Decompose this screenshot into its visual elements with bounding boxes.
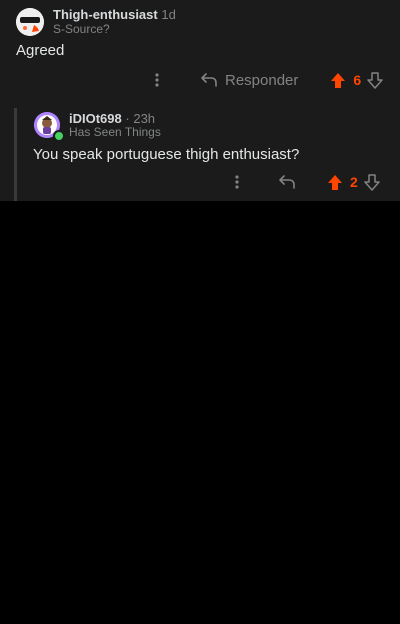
time-separator: · xyxy=(125,111,130,126)
comment-body: You speak portuguese thigh enthusiast? xyxy=(33,146,300,163)
downvote-icon[interactable] xyxy=(367,71,383,89)
user-flair: Has Seen Things xyxy=(69,125,161,139)
avatar[interactable] xyxy=(16,8,44,36)
comment-time: 23h xyxy=(133,111,156,126)
reply-icon[interactable] xyxy=(278,174,296,190)
user-flair: S-Source? xyxy=(53,22,110,36)
username[interactable]: iDIOt698 xyxy=(69,111,122,126)
vote-controls: 6 xyxy=(330,71,383,89)
vote-count: 2 xyxy=(350,174,358,190)
reply-icon xyxy=(200,72,218,88)
vote-count: 6 xyxy=(353,72,362,88)
comment-time: 1d xyxy=(161,7,176,22)
empty-area xyxy=(0,201,400,624)
comment-body: Agreed xyxy=(16,42,65,59)
upvote-icon[interactable] xyxy=(330,72,346,89)
more-options-icon[interactable] xyxy=(150,70,164,90)
comment-author: iDIOt698 · 23h xyxy=(69,111,155,126)
vote-controls: 2 xyxy=(327,173,380,191)
comment-author: Thigh-enthusiast 1d xyxy=(53,8,176,22)
downvote-icon[interactable] xyxy=(364,173,380,191)
more-options-icon[interactable] xyxy=(230,172,244,192)
reply-button[interactable]: Responder xyxy=(200,72,298,89)
thread-collapse-line[interactable] xyxy=(14,108,17,201)
comment-thread: Thigh-enthusiast 1d S-Source? Agreed Res… xyxy=(0,0,400,201)
username[interactable]: Thigh-enthusiast xyxy=(53,7,158,22)
online-status-icon xyxy=(53,130,65,142)
comment-actions: Responder 6 xyxy=(150,70,383,90)
reply-label: Responder xyxy=(225,71,299,89)
comment-actions: 2 xyxy=(230,172,380,192)
upvote-icon[interactable] xyxy=(327,174,343,191)
